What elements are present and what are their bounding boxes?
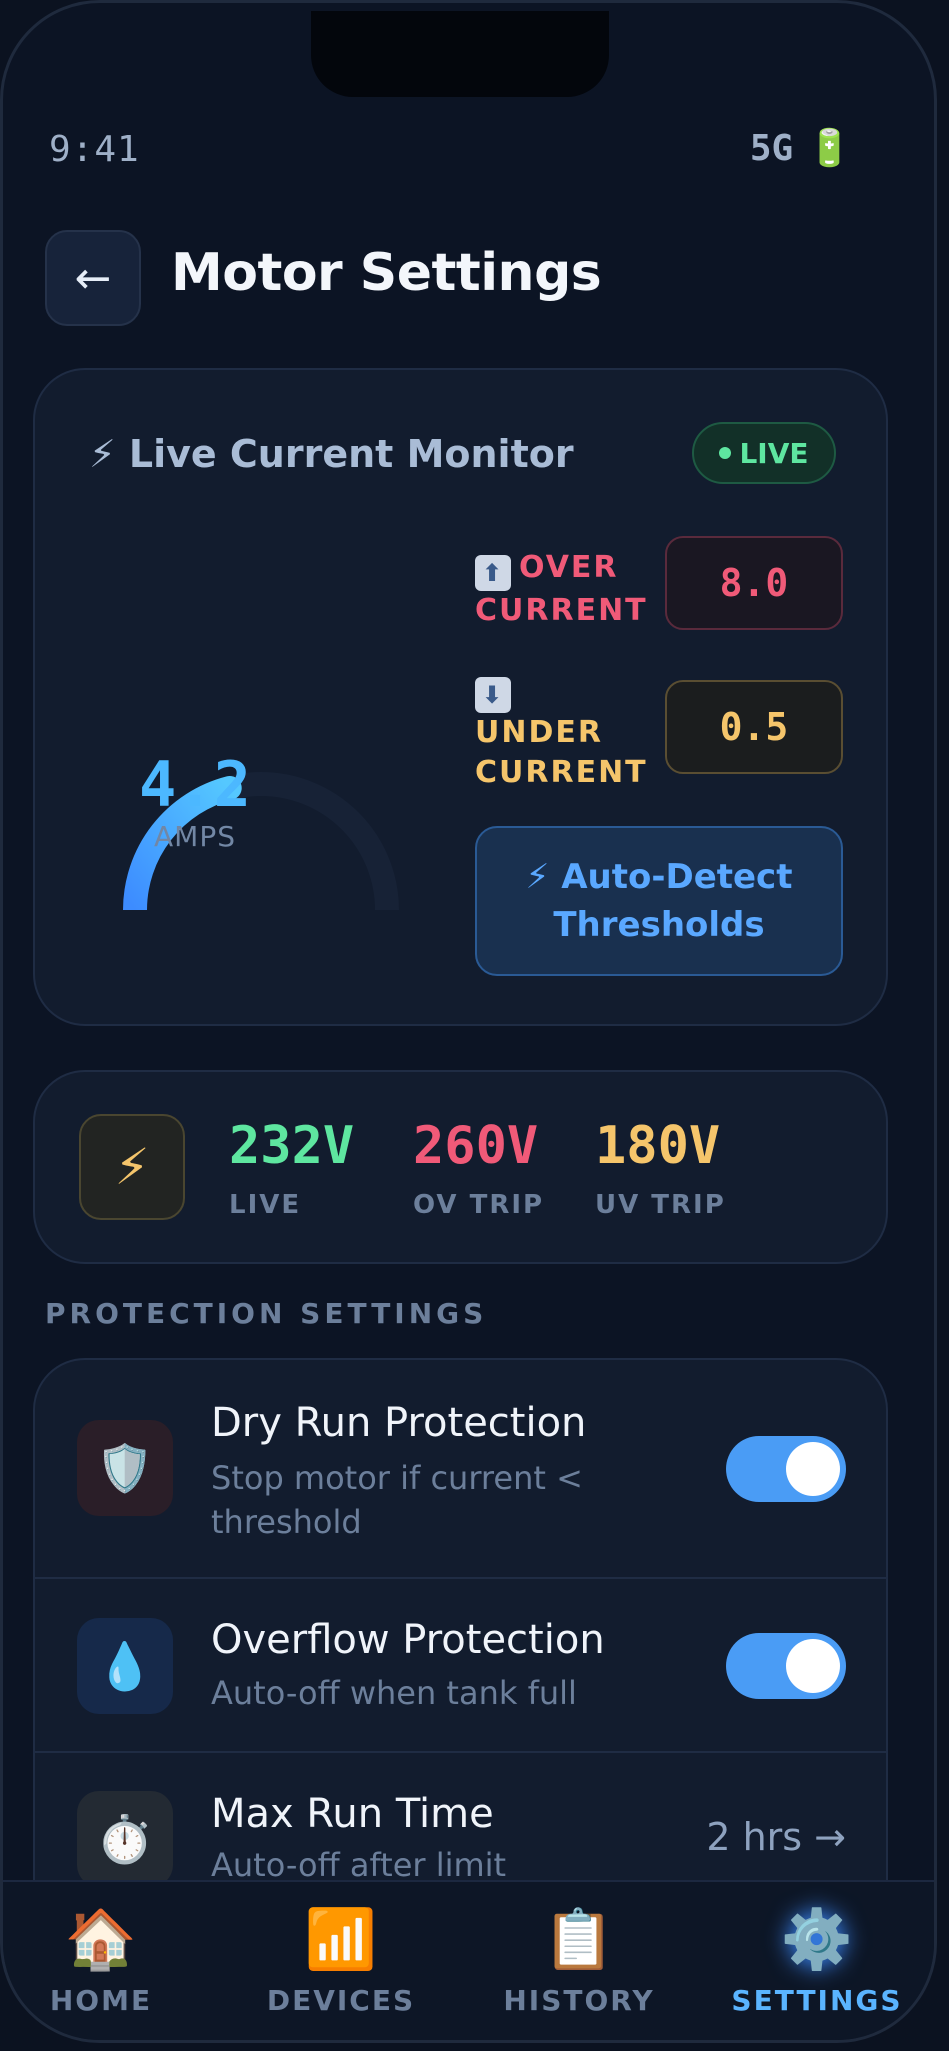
current-value: 4.2 — [139, 748, 251, 821]
page-title: Motor Settings — [171, 243, 602, 303]
voltage-live-label: LIVE — [229, 1190, 302, 1220]
nav-label: HISTORY — [503, 1984, 655, 2017]
dry-run-toggle[interactable] — [726, 1436, 846, 1502]
voltage-ov-trip: 260V OV TRIP — [413, 1116, 544, 1220]
voltage-live: 232V LIVE — [229, 1116, 354, 1220]
arrow-down-icon: ⬇ — [475, 677, 511, 713]
voltage-card: ⚡ 232V LIVE 260V OV TRIP 180V UV TRIP — [33, 1070, 888, 1264]
gear-icon: ⚙️ — [780, 1905, 854, 1973]
nav-item-devices[interactable]: 📶 DEVICES — [231, 1904, 451, 2017]
water-drop-icon: 💧 — [77, 1618, 173, 1714]
setting-row-overflow[interactable]: 💧 Overflow Protection Auto-off when tank… — [35, 1579, 886, 1753]
network-label: 5G — [749, 127, 794, 169]
live-dot-icon — [719, 447, 732, 459]
voltage-uv-label: UV TRIP — [595, 1190, 726, 1220]
setting-title: Overflow Protection — [211, 1617, 605, 1663]
status-indicators: 5G 🔋 — [749, 127, 852, 170]
live-badge-label: LIVE — [739, 436, 809, 470]
over-current-label: ⬆ OVER CURRENT — [475, 550, 648, 628]
live-current-card: ⚡ Live Current Monitor LIVE 4.2 AMPS ⬆ OV… — [33, 368, 888, 1026]
setting-title: Dry Run Protection — [211, 1400, 587, 1446]
under-current-label: ⬇ UNDER CURRENT — [475, 670, 648, 793]
phone-frame: 9:41 5G 🔋 ← Motor Settings ⚡ Live Curren… — [0, 0, 937, 2043]
voltage-ov-label: OV TRIP — [413, 1190, 545, 1220]
back-arrow-icon: ← — [74, 252, 112, 304]
back-button[interactable]: ← — [45, 230, 141, 326]
toggle-knob — [786, 1442, 840, 1496]
setting-title: Max Run Time — [211, 1791, 494, 1837]
voltage-ov-value: 260V — [413, 1116, 539, 1176]
nav-item-history[interactable]: 📋 HISTORY — [469, 1904, 689, 2017]
nav-label: HOME — [49, 1984, 153, 2017]
voltage-live-value: 232V — [229, 1116, 355, 1176]
max-run-time-value: 2 hrs → — [706, 1815, 846, 1859]
clipboard-icon: 📋 — [542, 1905, 616, 1973]
auto-detect-line2: Thresholds — [553, 905, 765, 945]
setting-subtitle: Auto-off when tank full — [211, 1674, 577, 1712]
live-monitor-title: ⚡ Live Current Monitor — [89, 432, 574, 476]
under-current-input[interactable]: 0.5 — [665, 680, 843, 774]
current-unit: AMPS — [154, 820, 236, 853]
nav-item-home[interactable]: 🏠 HOME — [3, 1904, 211, 2017]
overflow-toggle[interactable] — [726, 1633, 846, 1699]
nav-label: DEVICES — [266, 1984, 416, 2017]
auto-detect-thresholds-button[interactable]: ⚡ Auto-Detect Thresholds — [475, 826, 843, 976]
protection-settings-list: 🛡️ Dry Run Protection Stop motor if curr… — [33, 1358, 888, 1938]
notch — [311, 11, 609, 97]
voltage-uv-trip: 180V UV TRIP — [595, 1116, 726, 1220]
stopwatch-icon: ⏱️ — [77, 1791, 173, 1887]
nav-label: SETTINGS — [731, 1984, 903, 2017]
shield-icon: 🛡️ — [77, 1420, 173, 1516]
bottom-nav: 🏠 HOME 📶 DEVICES 📋 HISTORY ⚙️ SETTINGS — [3, 1880, 934, 2040]
nav-item-settings[interactable]: ⚙️ SETTINGS — [707, 1904, 927, 2017]
auto-detect-line1: ⚡ Auto-Detect — [525, 857, 793, 897]
lightning-icon: ⚡ — [79, 1114, 185, 1220]
arrow-up-icon: ⬆ — [475, 555, 511, 591]
live-badge: LIVE — [692, 422, 836, 484]
status-time: 9:41 — [49, 129, 140, 170]
battery-icon: 🔋 — [807, 128, 852, 169]
section-label-protection: PROTECTION SETTINGS — [45, 1297, 488, 1330]
toggle-knob — [786, 1639, 840, 1693]
over-current-input[interactable]: 8.0 — [665, 536, 843, 630]
setting-row-dry-run[interactable]: 🛡️ Dry Run Protection Stop motor if curr… — [35, 1360, 886, 1579]
voltage-uv-value: 180V — [595, 1116, 721, 1176]
setting-subtitle: Stop motor if current < threshold — [211, 1459, 583, 1541]
home-icon: 🏠 — [64, 1905, 138, 1973]
signal-bars-icon: 📶 — [304, 1905, 378, 1973]
